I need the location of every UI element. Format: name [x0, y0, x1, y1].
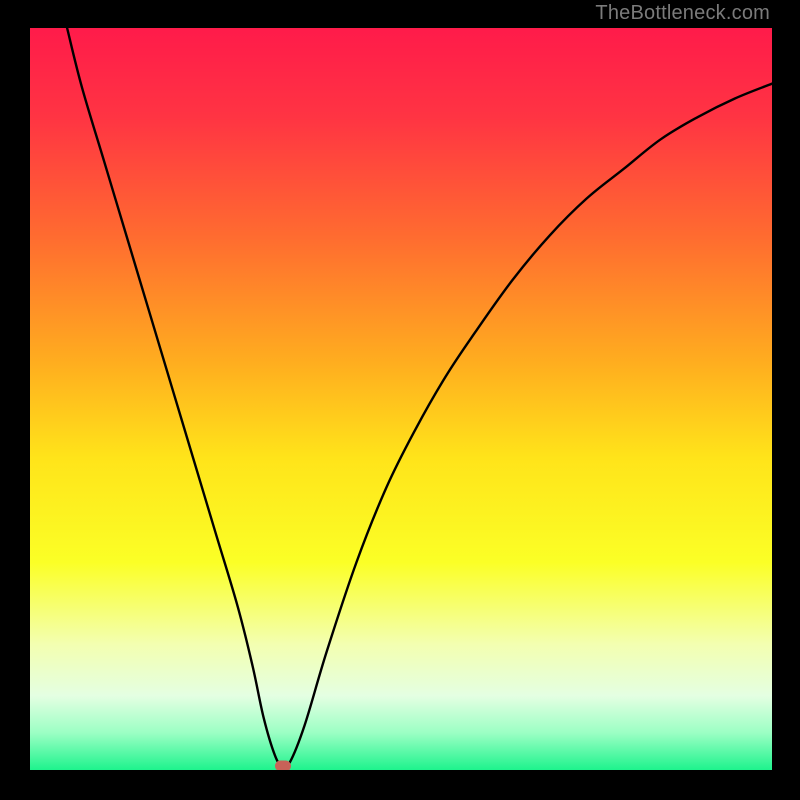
- plot-area: [30, 28, 772, 770]
- bottleneck-curve: [67, 28, 772, 768]
- curve-layer: [30, 28, 772, 770]
- optimum-marker: [275, 760, 291, 770]
- chart-container: TheBottleneck.com: [0, 0, 800, 800]
- watermark-text: TheBottleneck.com: [595, 2, 770, 25]
